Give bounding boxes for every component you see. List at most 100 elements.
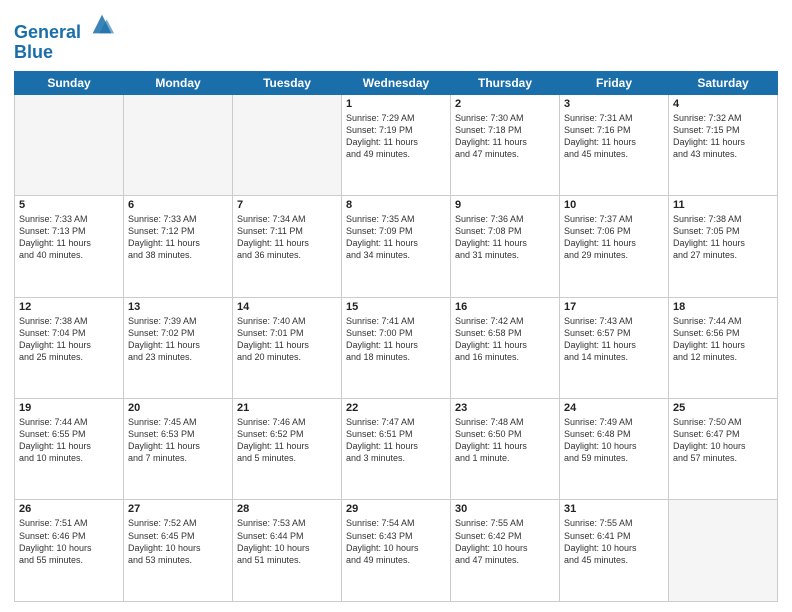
day-header: Sunday: [15, 71, 124, 94]
day-header: Saturday: [669, 71, 778, 94]
cell-info: Sunrise: 7:47 AM Sunset: 6:51 PM Dayligh…: [346, 416, 446, 465]
cell-info: Sunrise: 7:36 AM Sunset: 7:08 PM Dayligh…: [455, 213, 555, 262]
cell-info: Sunrise: 7:33 AM Sunset: 7:12 PM Dayligh…: [128, 213, 228, 262]
cell-info: Sunrise: 7:29 AM Sunset: 7:19 PM Dayligh…: [346, 112, 446, 161]
day-number: 14: [237, 301, 337, 313]
day-number: 10: [564, 199, 664, 211]
day-number: 13: [128, 301, 228, 313]
calendar-cell: [124, 94, 233, 195]
cell-info: Sunrise: 7:51 AM Sunset: 6:46 PM Dayligh…: [19, 517, 119, 566]
day-number: 11: [673, 199, 773, 211]
calendar-cell: 8 Sunrise: 7:35 AM Sunset: 7:09 PM Daylig…: [342, 196, 451, 297]
calendar-cell: 20 Sunrise: 7:45 AM Sunset: 6:53 PM Dayli…: [124, 399, 233, 500]
calendar-cell: 11 Sunrise: 7:38 AM Sunset: 7:05 PM Dayli…: [669, 196, 778, 297]
day-number: 19: [19, 402, 119, 414]
day-header: Tuesday: [233, 71, 342, 94]
page: General Blue SundayMondayTuesdayWednesda…: [0, 0, 792, 612]
cell-info: Sunrise: 7:44 AM Sunset: 6:56 PM Dayligh…: [673, 315, 773, 364]
calendar-cell: 18Sunrise: 7:44 AM Sunset: 6:56 PM Dayli…: [669, 297, 778, 398]
calendar-cell: 1 Sunrise: 7:29 AM Sunset: 7:19 PM Daylig…: [342, 94, 451, 195]
cell-info: Sunrise: 7:35 AM Sunset: 7:09 PM Dayligh…: [346, 213, 446, 262]
day-number: 29: [346, 503, 446, 515]
day-number: 20: [128, 402, 228, 414]
calendar-week-row: 5 Sunrise: 7:33 AM Sunset: 7:13 PM Daylig…: [15, 196, 778, 297]
calendar-cell: 13 Sunrise: 7:39 AM Sunset: 7:02 PM Dayli…: [124, 297, 233, 398]
calendar-table: SundayMondayTuesdayWednesdayThursdayFrid…: [14, 71, 778, 602]
cell-info: Sunrise: 7:45 AM Sunset: 6:53 PM Dayligh…: [128, 416, 228, 465]
cell-info: Sunrise: 7:44 AM Sunset: 6:55 PM Dayligh…: [19, 416, 119, 465]
calendar-cell: 12 Sunrise: 7:38 AM Sunset: 7:04 PM Dayli…: [15, 297, 124, 398]
cell-info: Sunrise: 7:39 AM Sunset: 7:02 PM Dayligh…: [128, 315, 228, 364]
day-number: 23: [455, 402, 555, 414]
cell-info: Sunrise: 7:30 AM Sunset: 7:18 PM Dayligh…: [455, 112, 555, 161]
day-number: 5: [19, 199, 119, 211]
day-number: 30: [455, 503, 555, 515]
cell-info: Sunrise: 7:41 AM Sunset: 7:00 PM Dayligh…: [346, 315, 446, 364]
calendar-cell: 25Sunrise: 7:50 AM Sunset: 6:47 PM Dayli…: [669, 399, 778, 500]
calendar-cell: 15 Sunrise: 7:41 AM Sunset: 7:00 PM Dayli…: [342, 297, 451, 398]
day-number: 31: [564, 503, 664, 515]
day-number: 4: [673, 98, 773, 110]
cell-info: Sunrise: 7:43 AM Sunset: 6:57 PM Dayligh…: [564, 315, 664, 364]
cell-info: Sunrise: 7:38 AM Sunset: 7:05 PM Dayligh…: [673, 213, 773, 262]
day-number: 16: [455, 301, 555, 313]
calendar-header-row: SundayMondayTuesdayWednesdayThursdayFrid…: [15, 71, 778, 94]
cell-info: Sunrise: 7:48 AM Sunset: 6:50 PM Dayligh…: [455, 416, 555, 465]
day-number: 27: [128, 503, 228, 515]
day-header: Wednesday: [342, 71, 451, 94]
calendar-cell: 10Sunrise: 7:37 AM Sunset: 7:06 PM Dayli…: [560, 196, 669, 297]
logo-blue: Blue: [14, 43, 116, 63]
calendar-cell: 2 Sunrise: 7:30 AM Sunset: 7:18 PM Daylig…: [451, 94, 560, 195]
day-number: 2: [455, 98, 555, 110]
cell-info: Sunrise: 7:31 AM Sunset: 7:16 PM Dayligh…: [564, 112, 664, 161]
cell-info: Sunrise: 7:42 AM Sunset: 6:58 PM Dayligh…: [455, 315, 555, 364]
calendar-week-row: 19 Sunrise: 7:44 AM Sunset: 6:55 PM Dayli…: [15, 399, 778, 500]
cell-info: Sunrise: 7:55 AM Sunset: 6:42 PM Dayligh…: [455, 517, 555, 566]
cell-info: Sunrise: 7:32 AM Sunset: 7:15 PM Dayligh…: [673, 112, 773, 161]
day-number: 12: [19, 301, 119, 313]
cell-info: Sunrise: 7:49 AM Sunset: 6:48 PM Dayligh…: [564, 416, 664, 465]
day-number: 15: [346, 301, 446, 313]
day-number: 9: [455, 199, 555, 211]
day-number: 22: [346, 402, 446, 414]
cell-info: Sunrise: 7:53 AM Sunset: 6:44 PM Dayligh…: [237, 517, 337, 566]
calendar-cell: 30 Sunrise: 7:55 AM Sunset: 6:42 PM Dayli…: [451, 500, 560, 602]
calendar-cell: 21Sunrise: 7:46 AM Sunset: 6:52 PM Dayli…: [233, 399, 342, 500]
day-number: 6: [128, 199, 228, 211]
calendar-cell: 27Sunrise: 7:52 AM Sunset: 6:45 PM Dayli…: [124, 500, 233, 602]
day-number: 26: [19, 503, 119, 515]
cell-info: Sunrise: 7:38 AM Sunset: 7:04 PM Dayligh…: [19, 315, 119, 364]
day-header: Thursday: [451, 71, 560, 94]
calendar-week-row: 1 Sunrise: 7:29 AM Sunset: 7:19 PM Daylig…: [15, 94, 778, 195]
cell-info: Sunrise: 7:34 AM Sunset: 7:11 PM Dayligh…: [237, 213, 337, 262]
calendar-cell: 3Sunrise: 7:31 AM Sunset: 7:16 PM Daylig…: [560, 94, 669, 195]
cell-info: Sunrise: 7:55 AM Sunset: 6:41 PM Dayligh…: [564, 517, 664, 566]
day-number: 25: [673, 402, 773, 414]
calendar-cell: 5 Sunrise: 7:33 AM Sunset: 7:13 PM Daylig…: [15, 196, 124, 297]
logo-text: General: [14, 10, 116, 43]
calendar-cell: 28 Sunrise: 7:53 AM Sunset: 6:44 PM Dayli…: [233, 500, 342, 602]
calendar-cell: 26 Sunrise: 7:51 AM Sunset: 6:46 PM Dayli…: [15, 500, 124, 602]
calendar-cell: [233, 94, 342, 195]
calendar-cell: [669, 500, 778, 602]
calendar-cell: 22 Sunrise: 7:47 AM Sunset: 6:51 PM Dayli…: [342, 399, 451, 500]
day-number: 28: [237, 503, 337, 515]
calendar-cell: 31 Sunrise: 7:55 AM Sunset: 6:41 PM Dayli…: [560, 500, 669, 602]
day-number: 1: [346, 98, 446, 110]
logo: General Blue: [14, 10, 116, 63]
cell-info: Sunrise: 7:33 AM Sunset: 7:13 PM Dayligh…: [19, 213, 119, 262]
header: General Blue: [14, 10, 778, 63]
day-header: Friday: [560, 71, 669, 94]
calendar-week-row: 26 Sunrise: 7:51 AM Sunset: 6:46 PM Dayli…: [15, 500, 778, 602]
day-header: Monday: [124, 71, 233, 94]
calendar-cell: 29Sunrise: 7:54 AM Sunset: 6:43 PM Dayli…: [342, 500, 451, 602]
calendar-cell: 7 Sunrise: 7:34 AM Sunset: 7:11 PM Daylig…: [233, 196, 342, 297]
day-number: 21: [237, 402, 337, 414]
cell-info: Sunrise: 7:40 AM Sunset: 7:01 PM Dayligh…: [237, 315, 337, 364]
calendar-cell: 23 Sunrise: 7:48 AM Sunset: 6:50 PM Dayli…: [451, 399, 560, 500]
day-number: 7: [237, 199, 337, 211]
day-number: 8: [346, 199, 446, 211]
calendar-cell: 16 Sunrise: 7:42 AM Sunset: 6:58 PM Dayli…: [451, 297, 560, 398]
calendar-cell: 17Sunrise: 7:43 AM Sunset: 6:57 PM Dayli…: [560, 297, 669, 398]
day-number: 24: [564, 402, 664, 414]
